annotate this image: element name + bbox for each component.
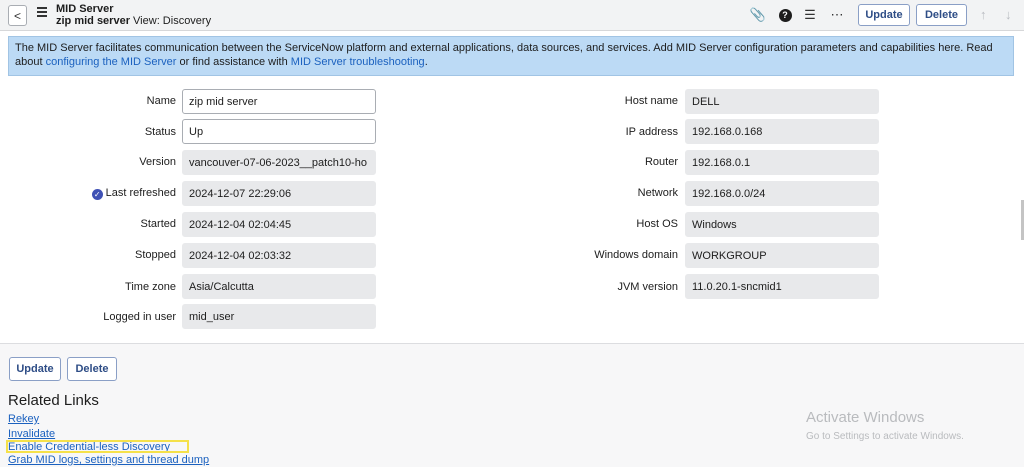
- last-refreshed-label-text: Last refreshed: [105, 187, 176, 199]
- delete-button[interactable]: Delete: [916, 4, 967, 26]
- name-label: Name: [146, 95, 176, 107]
- grab-mid-logs-link[interactable]: Grab MID logs, settings and thread dump: [8, 454, 209, 466]
- last-refreshed-field: 2024-12-07 22:29:06: [182, 181, 376, 206]
- activate-windows-title: Activate Windows: [806, 409, 925, 426]
- ip-address-field: 192.168.0.168: [685, 119, 879, 144]
- highlight-box: [6, 440, 189, 453]
- mid-server-troubleshooting-link[interactable]: MID Server troubleshooting: [291, 56, 425, 68]
- arrow-up-icon[interactable]: ↑: [980, 7, 987, 22]
- chevron-left-icon: <: [13, 8, 21, 23]
- activate-windows-subtitle: Go to Settings to activate Windows.: [806, 431, 964, 442]
- started-label: Started: [140, 218, 176, 230]
- form-subtitle: zip mid server View: Discovery: [56, 15, 211, 27]
- form-header: < MID Server zip mid server View: Discov…: [0, 0, 1024, 31]
- update-button[interactable]: Update: [858, 4, 910, 26]
- started-field: 2024-12-04 02:04:45: [182, 212, 376, 237]
- settings-sliders-icon[interactable]: ☰: [801, 6, 819, 24]
- info-banner: The MID Server facilitates communication…: [8, 36, 1014, 76]
- view-label: View: Discovery: [133, 15, 212, 27]
- version-field: vancouver-07-06-2023__patch10-ho: [182, 150, 376, 175]
- related-links-title: Related Links: [8, 392, 99, 409]
- jvm-version-label: JVM version: [617, 281, 678, 293]
- status-label: Status: [144, 126, 176, 138]
- router-field: 192.168.0.1: [685, 150, 879, 175]
- more-options-icon[interactable]: ⋯: [828, 6, 846, 24]
- last-refreshed-label: ✓ Last refreshed: [60, 187, 176, 200]
- attachment-icon[interactable]: 📎: [749, 6, 767, 24]
- logged-in-user-field: mid_user: [182, 304, 376, 329]
- time-zone-field: Asia/Calcutta: [182, 274, 376, 299]
- invalidate-link[interactable]: Invalidate: [8, 428, 55, 440]
- host-name-label: Host name: [624, 95, 678, 107]
- bottom-update-button[interactable]: Update: [9, 357, 61, 381]
- windows-domain-label: Windows domain: [594, 249, 678, 261]
- router-label: Router: [644, 156, 678, 168]
- host-os-label: Host OS: [636, 218, 678, 230]
- network-field: 192.168.0.0/24: [685, 181, 879, 206]
- configuring-mid-server-link[interactable]: configuring the MID Server: [46, 56, 177, 68]
- arrow-down-icon[interactable]: ↓: [1005, 7, 1012, 22]
- status-field[interactable]: Up: [182, 119, 376, 144]
- name-field[interactable]: zip mid server: [182, 89, 376, 114]
- record-name: zip mid server: [56, 15, 130, 27]
- logged-in-user-label: Logged in user: [103, 311, 176, 323]
- rekey-link[interactable]: Rekey: [8, 413, 39, 425]
- hamburger-menu-icon[interactable]: [37, 7, 47, 17]
- windows-domain-field: WORKGROUP: [685, 243, 879, 268]
- bottom-delete-button[interactable]: Delete: [67, 357, 117, 381]
- version-label: Version: [139, 156, 176, 168]
- help-icon[interactable]: ?: [776, 6, 794, 24]
- host-os-field: Windows: [685, 212, 879, 237]
- host-name-field: DELL: [685, 89, 879, 114]
- form-title: MID Server: [56, 3, 114, 15]
- back-button[interactable]: <: [8, 5, 27, 26]
- time-zone-label: Time zone: [125, 281, 176, 293]
- jvm-version-field: 11.0.20.1-sncmid1: [685, 274, 879, 299]
- network-label: Network: [637, 187, 678, 199]
- info-icon[interactable]: ✓: [91, 189, 103, 200]
- banner-text-end: .: [424, 56, 428, 68]
- ip-address-label: IP address: [625, 126, 678, 138]
- stopped-field: 2024-12-04 02:03:32: [182, 243, 376, 268]
- banner-text-middle: or find assistance with: [176, 56, 291, 68]
- stopped-label: Stopped: [135, 249, 176, 261]
